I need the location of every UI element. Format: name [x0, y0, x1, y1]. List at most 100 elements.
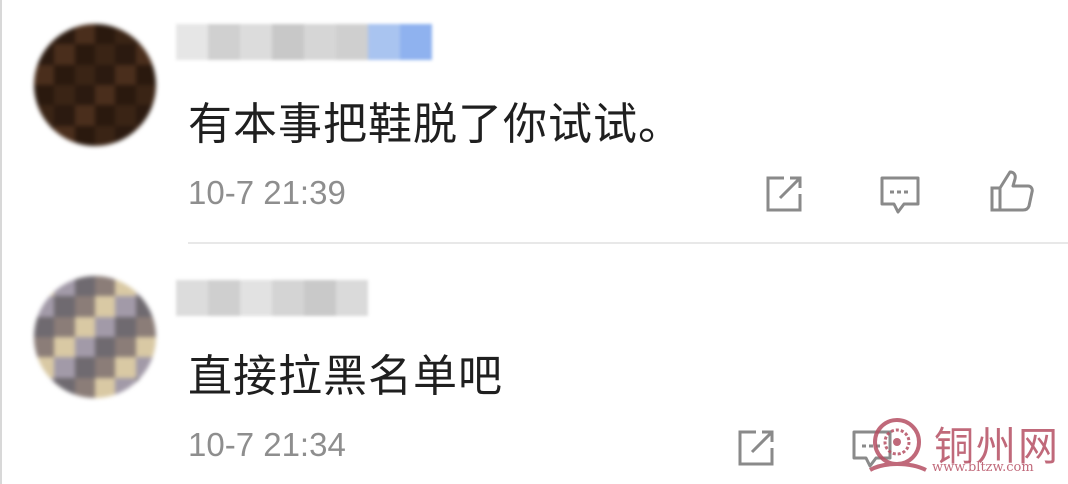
avatar-pixel [95, 85, 116, 106]
comment-text: 有本事把鞋脱了你试试。 [188, 99, 683, 150]
watermark-logo-icon [869, 418, 927, 472]
avatar-pixel [74, 276, 95, 297]
avatar-pixel [74, 125, 95, 146]
avatar-pixel [95, 276, 116, 297]
avatar-pixel [135, 85, 156, 106]
avatar-pixel [74, 24, 95, 45]
avatar-pixel [34, 377, 55, 398]
avatar-pixel [135, 276, 156, 297]
avatar-pixel [34, 337, 55, 358]
avatar-pixel [54, 105, 75, 126]
avatar-pixel [34, 24, 55, 45]
avatar-pixel [135, 24, 156, 45]
avatar-pixel [135, 296, 156, 317]
avatar-pixel [34, 316, 55, 337]
avatar-pixel [95, 337, 116, 358]
username-pixel [240, 24, 272, 60]
username-pixel [176, 280, 208, 316]
avatar-pixel [54, 24, 75, 45]
avatar-pixel [54, 377, 75, 398]
avatar-pixel [34, 105, 55, 126]
avatar-pixel [74, 105, 95, 126]
avatar-pixel [115, 316, 136, 337]
avatar-pixel [34, 296, 55, 317]
username-pixel [368, 24, 400, 60]
avatar-pixel [74, 357, 95, 378]
avatar-pixel [115, 24, 136, 45]
avatar-pixel [135, 64, 156, 85]
avatar-pixel [54, 337, 75, 358]
avatar-pixel [34, 64, 55, 85]
avatar-pixel [115, 337, 136, 358]
comment-text: 直接拉黑名单吧 [188, 351, 503, 402]
avatar-pixel [115, 276, 136, 297]
username-blurred[interactable] [176, 280, 368, 316]
avatar-pixel [54, 85, 75, 106]
avatar-pixel [95, 24, 116, 45]
watermark-url: www.bltzw.com [932, 460, 1034, 475]
username-blurred[interactable] [176, 24, 432, 60]
avatar-pixel [34, 125, 55, 146]
avatar-pixel [95, 357, 116, 378]
avatar-pixel [135, 377, 156, 398]
avatar-pixel [135, 337, 156, 358]
username-pixel [304, 280, 336, 316]
avatar-pixel [54, 316, 75, 337]
avatar-pixel [135, 44, 156, 65]
avatar-pixel [54, 357, 75, 378]
share-icon[interactable] [732, 424, 780, 472]
username-pixel [336, 24, 368, 60]
reply-icon[interactable] [876, 170, 924, 218]
avatar-pixel [54, 276, 75, 297]
comment-timestamp: 10-7 21:39 [188, 174, 346, 211]
avatar-pixel [95, 44, 116, 65]
avatar-pixel [54, 125, 75, 146]
avatar-pixel [115, 377, 136, 398]
avatar-pixel [34, 276, 55, 297]
avatar-pixel [54, 296, 75, 317]
avatar-pixel [74, 296, 95, 317]
avatar-pixel [115, 85, 136, 106]
avatar-pixel [115, 64, 136, 85]
avatar-pixel [135, 105, 156, 126]
avatar-pixel [115, 296, 136, 317]
avatar-pixel [74, 44, 95, 65]
avatar-pixel [95, 105, 116, 126]
username-pixel [272, 280, 304, 316]
avatar[interactable] [34, 276, 156, 398]
username-pixel [304, 24, 336, 60]
comment-item: 有本事把鞋脱了你试试。 10-7 21:39 [0, 0, 1068, 242]
avatar-pixel [95, 316, 116, 337]
username-pixel [400, 24, 432, 60]
username-pixel [336, 280, 368, 316]
username-pixel [240, 280, 272, 316]
comment-timestamp: 10-7 21:34 [188, 426, 346, 463]
avatar-pixel [54, 44, 75, 65]
avatar-pixel [74, 377, 95, 398]
avatar[interactable] [34, 24, 156, 146]
avatar-pixel [74, 85, 95, 106]
thumbs-up-icon[interactable] [988, 166, 1036, 214]
site-watermark: 铜州网 www.bltzw.com [860, 408, 1068, 484]
username-pixel [208, 24, 240, 60]
avatar-pixel [95, 125, 116, 146]
avatar-pixel [115, 44, 136, 65]
avatar-pixel [95, 377, 116, 398]
avatar-pixel [115, 125, 136, 146]
avatar-pixel [115, 357, 136, 378]
username-pixel [176, 24, 208, 60]
avatar-pixel [115, 105, 136, 126]
avatar-pixel [135, 357, 156, 378]
avatar-pixel [34, 85, 55, 106]
avatar-pixel [74, 337, 95, 358]
avatar-pixel [135, 316, 156, 337]
avatar-pixel [74, 64, 95, 85]
avatar-pixel [74, 316, 95, 337]
avatar-pixel [95, 296, 116, 317]
share-icon[interactable] [760, 170, 808, 218]
avatar-pixel [34, 357, 55, 378]
username-pixel [272, 24, 304, 60]
avatar-pixel [54, 64, 75, 85]
username-pixel [208, 280, 240, 316]
avatar-pixel [34, 44, 55, 65]
